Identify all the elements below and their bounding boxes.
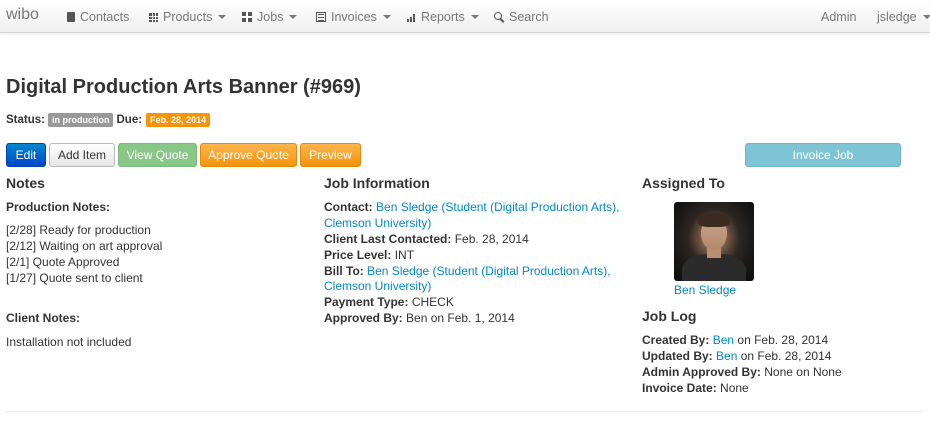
nav-admin[interactable]: Admin [821, 9, 856, 25]
assigned-user-link[interactable]: Ben Sledge [674, 282, 736, 298]
job-information-heading: Job Information [324, 175, 430, 191]
top-navbar: wibo Contacts Products Jobs Invoices Rep… [0, 0, 930, 33]
due-date-badge: Feb. 28, 2014 [146, 113, 211, 127]
price-level-value: INT [394, 248, 415, 262]
client-last-contacted-label: Client Last Contacted: [324, 232, 452, 246]
bar-chart-icon [407, 12, 416, 22]
list-icon [316, 12, 326, 22]
add-item-button[interactable]: Add Item [49, 143, 115, 167]
client-last-contacted-row: Client Last Contacted: Feb. 28, 2014 [324, 231, 529, 247]
created-by-date: on Feb. 28, 2014 [734, 333, 829, 347]
chevron-down-icon [218, 15, 227, 19]
nav-admin-label: Admin [821, 10, 857, 24]
payment-type-row: Payment Type: CHECK [324, 294, 454, 310]
production-note: [2/1] Quote Approved [6, 255, 120, 269]
nav-contacts-label: Contacts [80, 10, 130, 24]
notes-heading: Notes [6, 175, 45, 191]
approved-by-value: Ben on Feb. 1, 2014 [406, 311, 515, 325]
chevron-down-icon [382, 15, 391, 19]
due-label: Due: [116, 114, 143, 126]
grid-icon [149, 12, 158, 22]
job-log-heading: Job Log [642, 308, 697, 324]
contact-link[interactable]: Ben Sledge (Student (Digital Production … [376, 200, 619, 214]
status-badge: in production [47, 113, 114, 127]
grid-large-icon [242, 12, 252, 22]
nav-reports-label: Reports [421, 10, 465, 24]
approve-quote-button[interactable]: Approve Quote [200, 143, 297, 167]
nav-search[interactable]: Search [494, 9, 549, 25]
price-level-row: Price Level: INT [324, 247, 414, 263]
client-notes-text: Installation not included [6, 335, 132, 349]
edit-button[interactable]: Edit [6, 143, 46, 167]
approved-by-label: Approved By: [324, 311, 403, 325]
invoice-date-label: Invoice Date: [642, 381, 717, 395]
page-title: Digital Production Arts Banner (#969) [6, 76, 361, 98]
client-last-contacted-value: Feb. 28, 2014 [454, 232, 529, 246]
admin-approved-row: Admin Approved By: None on None [642, 364, 842, 380]
price-level-label: Price Level: [324, 248, 392, 262]
created-by-row: Created By: Ben on Feb. 28, 2014 [642, 332, 828, 348]
production-note: [1/27] Quote sent to client [6, 271, 143, 285]
user-menu-label: jsledge [877, 10, 917, 24]
nav-products[interactable]: Products [149, 9, 227, 25]
search-icon [494, 12, 504, 22]
user-menu[interactable]: jsledge [877, 9, 930, 25]
created-by-label: Created By: [642, 333, 710, 347]
footer-divider [6, 411, 924, 412]
approved-by-row: Approved By: Ben on Feb. 1, 2014 [324, 310, 515, 326]
production-note: [2/12] Waiting on art approval [6, 239, 163, 253]
updated-by-row: Updated By: Ben on Feb. 28, 2014 [642, 348, 831, 364]
updated-by-user-link[interactable]: Ben [716, 349, 737, 363]
bill-to-link[interactable]: Ben Sledge (Student (Digital Production … [367, 264, 610, 278]
bill-to-link-continued[interactable]: Clemson University) [324, 278, 431, 294]
view-quote-button[interactable]: View Quote [118, 143, 197, 167]
admin-approved-label: Admin Approved By: [642, 365, 761, 379]
nav-invoices[interactable]: Invoices [316, 9, 391, 25]
contacts-book-icon [67, 12, 75, 22]
nav-jobs-label: Jobs [257, 10, 284, 24]
nav-invoices-label: Invoices [331, 10, 377, 24]
payment-type-value: CHECK [411, 295, 454, 309]
payment-type-label: Payment Type: [324, 295, 409, 309]
invoice-date-value: None [720, 381, 749, 395]
status-label: Status: [6, 114, 45, 126]
invoice-date-row: Invoice Date: None [642, 380, 749, 396]
bill-to-row: Bill To: Ben Sledge (Student (Digital Pr… [324, 263, 611, 279]
production-note: [2/28] Ready for production [6, 223, 151, 237]
assigned-to-heading: Assigned To [642, 175, 725, 191]
nav-search-label: Search [509, 10, 549, 24]
updated-by-label: Updated By: [642, 349, 713, 363]
contact-label: Contact: [324, 200, 373, 214]
production-notes-label: Production Notes: [6, 200, 110, 214]
created-by-user-link[interactable]: Ben [713, 333, 734, 347]
updated-by-date: on Feb. 28, 2014 [737, 349, 832, 363]
contact-row: Contact: Ben Sledge (Student (Digital Pr… [324, 199, 619, 215]
bill-to-label: Bill To: [324, 264, 364, 278]
nav-reports[interactable]: Reports [407, 9, 479, 25]
preview-button[interactable]: Preview [300, 143, 361, 167]
brand-logo[interactable]: wibo [6, 6, 39, 24]
admin-approved-value: None on None [764, 365, 842, 379]
invoice-job-button[interactable]: Invoice Job [745, 143, 901, 167]
chevron-down-icon [289, 15, 298, 19]
status-row: Status: in production Due: Feb. 28, 2014 [6, 112, 211, 128]
nav-jobs[interactable]: Jobs [242, 9, 298, 25]
client-notes-label: Client Notes: [6, 311, 81, 325]
avatar[interactable] [674, 202, 754, 281]
chevron-down-icon [922, 15, 930, 19]
contact-link-continued[interactable]: Clemson University) [324, 215, 431, 231]
nav-products-label: Products [163, 10, 213, 24]
nav-contacts[interactable]: Contacts [67, 9, 129, 25]
chevron-down-icon [470, 15, 479, 19]
